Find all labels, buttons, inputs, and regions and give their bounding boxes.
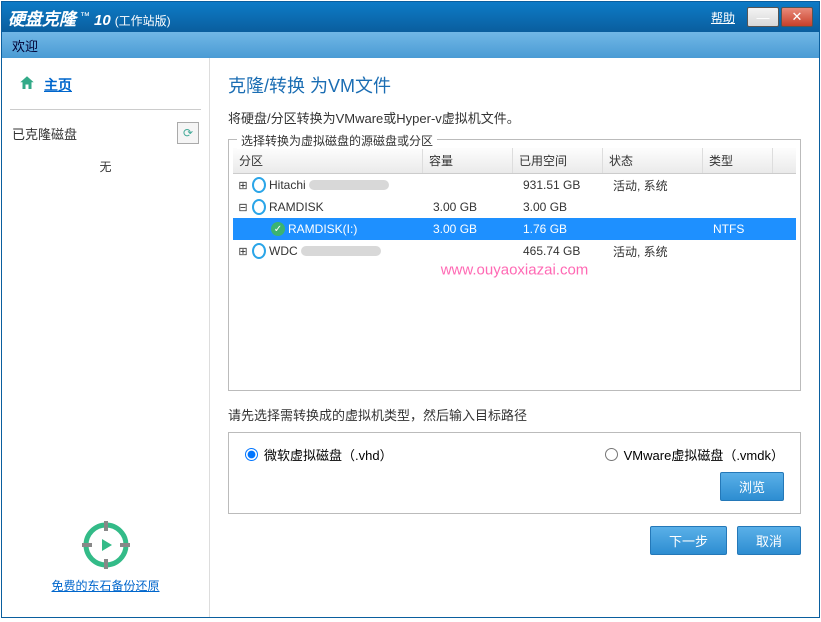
sidebar: 主页 已克隆磁盘 ⟳ 无 免费的东石备份还原 [2,58,210,617]
main-panel: 克隆/转换 为VM文件 将硬盘/分区转换为VMware或Hyper-v虚拟机文件… [210,58,819,617]
next-button[interactable]: 下一步 [650,526,727,555]
home-icon [18,74,36,95]
app-edition: (工作站版) [115,12,171,29]
partition-name: RAMDISK(I:) [288,222,357,236]
body: 主页 已克隆磁盘 ⟳ 无 免费的东石备份还原 克隆/转换 为VM文件 将硬盘/分… [2,58,819,617]
close-button[interactable]: ✕ [781,7,813,27]
disk-row-wdc[interactable]: ⊞ WDC 465.74 GB 活动, 系统 [233,240,796,262]
check-icon: ✓ [271,222,285,236]
disk-icon [252,200,266,214]
header-used[interactable]: 已用空间 [513,148,603,173]
source-disk-group: 选择转换为虚拟磁盘的源磁盘或分区 分区 容量 已用空间 状态 类型 ⊞ Hita… [228,139,801,391]
titlebar: 硬盘克隆 ™ 10 (工作站版) 帮助 — ✕ [2,2,819,32]
vhd-radio[interactable]: 微软虚拟磁盘（.vhd） [245,445,605,464]
disk-name: Hitachi [269,178,306,192]
vm-type-group: 微软虚拟磁盘（.vhd） VMware虚拟磁盘（.vmdk） 浏览 [228,432,801,514]
divider [10,109,201,110]
collapse-icon[interactable]: ⊟ [237,201,249,214]
cloned-disks-header: 已克隆磁盘 ⟳ [10,118,201,148]
disk-row-hitachi[interactable]: ⊞ Hitachi 931.51 GB 活动, 系统 [233,174,796,196]
vhd-radio-label: 微软虚拟磁盘（.vhd） [264,445,393,464]
header-partition[interactable]: 分区 [233,148,423,173]
partition-row-ramdisk-i[interactable]: ✓ RAMDISK(I:) 3.00 GB 1.76 GB NTFS [233,218,796,240]
redacted [309,180,389,190]
group-title: 选择转换为虚拟磁盘的源磁盘或分区 [237,132,437,149]
home-link[interactable]: 主页 [10,68,201,101]
bottom-buttons: 下一步 取消 [228,526,801,555]
minimize-button[interactable]: — [747,7,779,27]
vmdk-radio-input[interactable] [605,448,618,461]
disk-icon [252,244,266,258]
home-label: 主页 [44,75,72,95]
sidebar-footer: 免费的东石备份还原 [10,521,201,607]
instruction-text: 请先选择需转换成的虚拟机类型，然后输入目标路径 [228,405,801,424]
app-version: 10 [94,12,111,29]
page-desc: 将硬盘/分区转换为VMware或Hyper-v虚拟机文件。 [228,108,801,127]
disk-list: 分区 容量 已用空间 状态 类型 ⊞ Hitachi [229,140,800,390]
cloned-label: 已克隆磁盘 [12,124,77,143]
header-status[interactable]: 状态 [603,148,703,173]
cancel-button[interactable]: 取消 [737,526,801,555]
disk-name: RAMDISK [269,200,324,214]
welcome-label: 欢迎 [12,36,38,55]
browse-button[interactable]: 浏览 [720,472,784,501]
disk-icon [252,178,266,192]
backup-restore-link[interactable]: 免费的东石备份还原 [51,579,159,593]
expand-icon[interactable]: ⊞ [237,179,249,192]
gear-icon [82,521,130,569]
refresh-button[interactable]: ⟳ [177,122,199,144]
welcome-bar: 欢迎 [2,32,819,58]
cloned-none: 无 [10,158,201,175]
redacted [301,246,381,256]
disk-name: WDC [269,244,298,258]
vhd-radio-input[interactable] [245,448,258,461]
window-controls: — ✕ [747,7,813,27]
disk-row-ramdisk[interactable]: ⊟ RAMDISK 3.00 GB 3.00 GB [233,196,796,218]
list-header: 分区 容量 已用空间 状态 类型 [233,148,796,174]
header-capacity[interactable]: 容量 [423,148,513,173]
refresh-icon: ⟳ [183,126,193,140]
app-window: 硬盘克隆 ™ 10 (工作站版) 帮助 — ✕ 欢迎 主页 已克隆磁盘 [1,1,820,618]
header-type[interactable]: 类型 [703,148,773,173]
vmdk-radio-label: VMware虚拟磁盘（.vmdk） [624,445,784,464]
help-link[interactable]: 帮助 [711,9,735,26]
app-name: 硬盘克隆 [8,5,76,30]
trademark: ™ [80,11,90,22]
app-title: 硬盘克隆 ™ 10 (工作站版) [8,5,711,30]
vmdk-radio[interactable]: VMware虚拟磁盘（.vmdk） [605,445,784,464]
expand-icon[interactable]: ⊞ [237,245,249,258]
page-title: 克隆/转换 为VM文件 [228,72,801,98]
